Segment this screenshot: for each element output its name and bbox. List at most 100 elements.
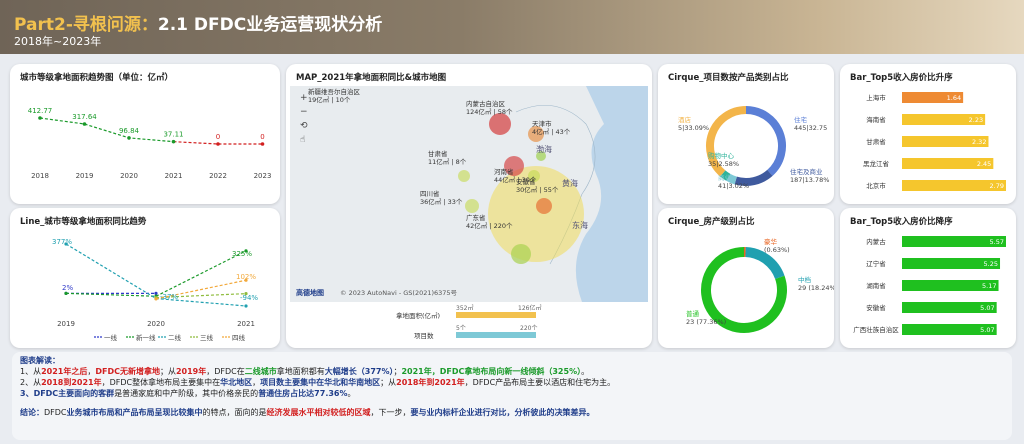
trend-point-3 (171, 139, 176, 144)
up-svg-value-2: 2.32 (972, 138, 986, 146)
trend-year-5: 2023 (254, 172, 272, 180)
up-svg-value-0: 1.64 (947, 94, 961, 102)
trend-year-4: 2022 (209, 172, 227, 180)
map-region-name-4: 河南省 (494, 167, 514, 176)
yoy-label-0: 377% (52, 238, 72, 246)
down-svg-value-3: 5.07 (980, 304, 994, 312)
map-compass-icon[interactable]: ⟲ (300, 121, 308, 131)
trend-panel: 城市等级拿地面积趋势图（单位：亿㎡） 412.77 2018 317.64 2019 9… (10, 64, 280, 204)
down-svg-cat-0: 内蒙古 (866, 237, 886, 246)
nl1-seg-9: 大幅增长（377%） (324, 367, 394, 376)
product-svg-name-3: 购物中心 (708, 151, 735, 160)
map-logo: 高德地图 (296, 288, 324, 297)
yoy-point-2-2 (244, 304, 248, 308)
product-svg-name-1: 住宅及商业 (790, 167, 823, 176)
yoy-point-4-0 (154, 297, 158, 301)
map-region-info-2: 4亿㎡ | 43个 (532, 127, 571, 136)
nl2-seg-1: 2018到2021年 (41, 378, 102, 387)
page-subtitle: 2018年~2023年 (14, 35, 102, 48)
product-svg-name-2: 商业 (718, 173, 732, 182)
nl4-seg-4: 经济发展水平相对较低的区域 (266, 408, 371, 417)
map-legend-area-max: 126亿㎡ (518, 304, 541, 312)
nl4-seg-1: DFDC (44, 408, 67, 417)
up-svg-value-4: 2.79 (990, 182, 1004, 190)
trend-point-4 (216, 142, 220, 146)
map-legend-count-label: 项目数 (414, 331, 434, 340)
nl1-seg-0: 1、从 (20, 367, 42, 376)
trend-line-green (39, 117, 174, 143)
map-legend-area-bar (456, 312, 536, 318)
chart-notes: 图表解读： 1、从2021年之后，DFDC无新增拿地；从2019年，DFDC在二… (12, 352, 1012, 440)
up-svg-cat-2: 甘肃省 (866, 137, 886, 146)
up-svg-cat-3: 黑龙江省 (863, 159, 890, 168)
housing-svg-value-1: 29 (18.24%) (798, 284, 834, 292)
map-region-info-0: 19亿㎡ | 10个 (308, 95, 351, 104)
map-pointer-icon[interactable]: ☝ (300, 135, 305, 145)
map-region-info-7: 42亿㎡ | 220个 (466, 221, 513, 230)
trend-year-0: 2018 (31, 172, 49, 180)
up-svg-cat-1: 海南省 (866, 115, 886, 124)
map-zoom-in-icon[interactable]: + (300, 93, 308, 103)
nl3-seg-0: 3、DFDC主要面向的客群 (20, 389, 115, 398)
trend-year-3: 2021 (165, 172, 183, 180)
nl4-seg-6: 要与业内标杆企业进行对比，分析彼此的决策差异。 (410, 408, 595, 417)
nl4-seg-0: 结论： (20, 408, 44, 417)
map-sea-label-1: 黄海 (562, 178, 578, 188)
up-svg-cat-4: 北京市 (866, 181, 886, 190)
nl2-seg-5: 项目数主要集中在华北和华南地区 (260, 378, 381, 387)
map-region-info-6: 36亿㎡ | 33个 (420, 197, 463, 206)
housing-svg-name-0: 豪华 (764, 237, 778, 246)
product-donut: 住宅445|32.75 住宅及商业187|13.78% 商业41|3.02% 购物中心… (678, 106, 829, 190)
nl3-seg-1: 是普通家庭和中产阶级，其中价格亲民的 (114, 389, 259, 398)
product-panel: Cirque_项目数按产品类别占比 住宅 445|32.75 住宅及商业 187|13… (658, 64, 834, 204)
trend-year-2: 2020 (120, 172, 138, 180)
nl4-seg-3: 的特点，面向的是 (202, 408, 267, 417)
map-region-info-1: 124亿㎡ | 58个 (466, 107, 513, 116)
map-legend-count-min: 5个 (456, 325, 466, 332)
map-legend-area-label: 拿地面积(亿㎡) (396, 311, 440, 320)
nl1-seg-11: 2021年，DFDC拿地布局向新一线倾斜（325%） (401, 367, 582, 376)
nl2-seg-8: ，DFDC产品布局主要以酒店和住宅为主。 (464, 378, 616, 387)
housing-panel: Cirque_房产级别占比 豪华(0.63%)中档29 (18.24%)普通23… (658, 208, 834, 348)
product-svg-value-3: 35|2.58% (708, 160, 739, 168)
nl2-seg-3: 华北地区 (220, 378, 253, 387)
map-panel: MAP_2021年拿地面积同比&城市地图 新疆维吾尔自治区 19亿㎡ | 10个内… (286, 64, 652, 348)
map-zoom-out-icon[interactable]: − (300, 107, 308, 117)
note-line-3: 3、DFDC主要面向的客群是普通家庭和中产阶级，其中价格亲民的普通住房占比达77… (20, 388, 1004, 399)
housing-svg-slice-1 (745, 247, 785, 280)
map-canvas[interactable]: 新疆维吾尔自治区19亿㎡ | 10个 内蒙古自治区124亿㎡ | 58个天津市4亿… (286, 64, 652, 348)
yoy-label-3: 325% (232, 250, 252, 258)
housing-svg-name-1: 中档 (798, 275, 811, 284)
yoy-label-5: -94% (240, 294, 258, 302)
map-region-name-5: 安徽省 (516, 177, 536, 186)
nl2-seg-2: ，DFDC整体拿地布局主要集中在 (101, 378, 221, 387)
product-svg-slice-0 (745, 106, 786, 176)
product-svg-value-2: 41|3.02% (718, 182, 749, 190)
map-region-info-3: 11亿㎡ | 8个 (428, 157, 467, 166)
map-sea-label-0: 渤海 (536, 144, 552, 154)
map-bubble-4 (536, 198, 552, 214)
yoy-label-2: -37% (160, 293, 178, 301)
map-bubble-6 (458, 170, 470, 182)
trend-point-2 (127, 136, 131, 140)
map-copyright: © 2023 AutoNavi - GS(2021)6375号 (340, 289, 458, 297)
yoy-label-1: 2% (62, 284, 73, 292)
yoy-legend-4: 四线 (232, 333, 246, 342)
down-svg-value-0: 5.57 (990, 238, 1004, 246)
yoy-legend-3: 三线 (200, 333, 214, 342)
down-svg-cat-1: 辽宁省 (866, 259, 886, 268)
yoy-panel: Line_城市等级拿地面积同比趋势 377% 2% -37% 325% 102% -94%… (10, 208, 280, 348)
map-sea-label-2: 东海 (572, 220, 588, 230)
map-legend-count-bar (456, 332, 536, 338)
nl2-seg-0: 2、从 (20, 378, 42, 387)
map-region-name-3: 甘肃省 (428, 149, 448, 158)
trend-point-0 (38, 116, 42, 120)
housing-donut: 豪华(0.63%) 中档29 (18.24%) 普通23 (77.36%) (686, 237, 834, 333)
up-svg-value-3: 2.45 (977, 160, 991, 168)
product-svg-name-4: 酒店 (678, 115, 692, 124)
housing-svg-value-0: (0.63%) (764, 246, 790, 254)
map-legend-count-max: 220个 (520, 325, 537, 332)
up-svg-value-1: 2.23 (969, 116, 983, 124)
map-region-name-1: 内蒙古自治区 (466, 99, 506, 108)
map-region-name-7: 广东省 (466, 213, 486, 222)
